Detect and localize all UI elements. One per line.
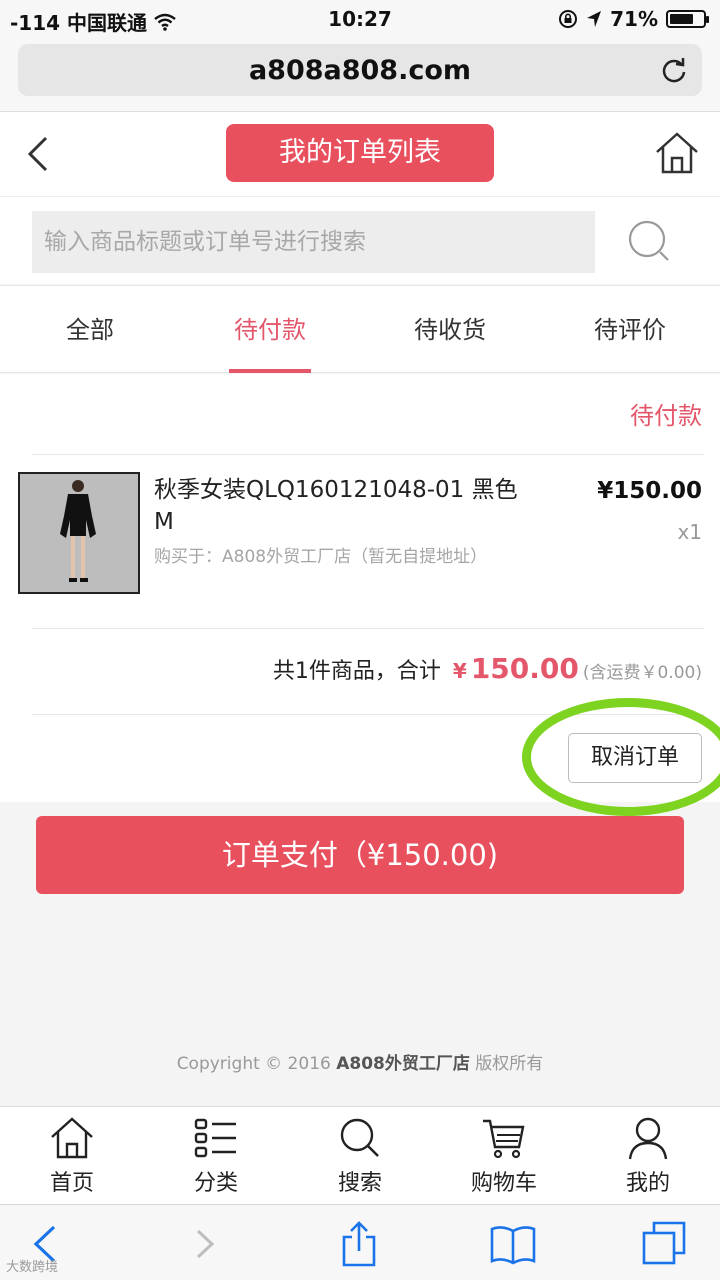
order-summary: 共1件商品，合计 ¥ 150.00 (含运费￥0.00) [273, 652, 702, 685]
search-input[interactable] [32, 211, 595, 273]
product-price: ¥150.00 [597, 478, 702, 504]
divider [32, 628, 704, 629]
product-image [20, 474, 138, 592]
nav-search[interactable]: 搜索 [288, 1107, 432, 1204]
status-bar: -114 中国联通 10:27 71% [0, 0, 720, 38]
home-icon[interactable] [654, 130, 700, 176]
tab-pending-review[interactable]: 待评价 [540, 286, 720, 372]
back-arrow-icon[interactable] [22, 132, 62, 176]
copyright-brand: A808外贸工厂店 [336, 1054, 470, 1074]
url-text: a808a808.com [248, 55, 472, 86]
tab-pending-receipt[interactable]: 待收货 [360, 286, 540, 372]
search-bar [0, 196, 720, 284]
browser-toolbar [0, 1204, 720, 1280]
summary-label: 共1件商品，合计 [272, 659, 441, 684]
nav-category-label: 分类 [193, 1171, 238, 1196]
page-title: 我的订单列表 [226, 124, 494, 182]
summary-currency: ¥ [452, 659, 467, 683]
search-icon [340, 1118, 379, 1157]
nav-home[interactable]: 首页 [0, 1107, 144, 1204]
copyright-suffix: 版权所有 [475, 1054, 544, 1074]
nav-profile-label: 我的 [625, 1171, 670, 1196]
copyright-footer: Copyright © 2016 A808外贸工厂店 版权所有 [0, 1049, 720, 1074]
battery-percent: 71% [610, 7, 658, 31]
summary-shipping: (含运费￥0.00) [582, 663, 702, 683]
share-icon[interactable] [334, 1219, 384, 1269]
reload-icon[interactable] [660, 56, 688, 84]
highlight-circle-annotation [522, 698, 720, 816]
nav-home-label: 首页 [49, 1171, 94, 1196]
browser-address-bar: a808a808.com [0, 38, 720, 112]
home-icon [51, 1117, 93, 1159]
product-title[interactable]: 秋季女装QLQ160121048-01 黑色 M [154, 474, 534, 538]
url-field[interactable]: a808a808.com [18, 44, 702, 96]
profile-icon [628, 1117, 668, 1160]
cart-icon [483, 1119, 525, 1159]
location-icon [587, 11, 602, 27]
nav-profile[interactable]: 我的 [576, 1107, 720, 1204]
summary-total: 150.00 [470, 652, 579, 685]
pay-order-button[interactable]: 订单支付（¥150.00) [36, 816, 684, 894]
nav-search-label: 搜索 [337, 1171, 382, 1196]
rotation-lock-icon [559, 10, 578, 28]
search-icon[interactable] [626, 219, 674, 265]
battery-icon [666, 10, 709, 28]
nav-category[interactable]: 分类 [144, 1107, 288, 1204]
product-quantity: x1 [677, 520, 702, 544]
order-status-label: 待付款 [630, 402, 702, 430]
bookmarks-icon[interactable] [488, 1219, 538, 1269]
watermark-text: 大数跨境 [6, 1260, 59, 1275]
product-thumbnail[interactable] [18, 472, 140, 594]
nav-cart-label: 购物车 [470, 1171, 537, 1196]
battery-fill [670, 14, 693, 24]
page-header: 我的订单列表 [0, 112, 720, 196]
tabs-icon[interactable] [640, 1219, 690, 1269]
copyright-prefix: Copyright © 2016 [176, 1054, 331, 1074]
bottom-navigation: 首页 分类 搜索 购物车 我的 [0, 1106, 720, 1204]
product-shop: 购买于：A808外贸工厂店（暂无自提地址） [154, 547, 488, 567]
tab-pending-payment[interactable]: 待付款 [180, 286, 360, 373]
order-tabs: 全部 待付款 待收货 待评价 [0, 285, 720, 373]
category-icon [194, 1118, 236, 1158]
nav-cart[interactable]: 购物车 [432, 1107, 576, 1204]
browser-forward-icon[interactable] [180, 1219, 230, 1269]
tab-all[interactable]: 全部 [0, 286, 180, 372]
divider [32, 454, 704, 455]
